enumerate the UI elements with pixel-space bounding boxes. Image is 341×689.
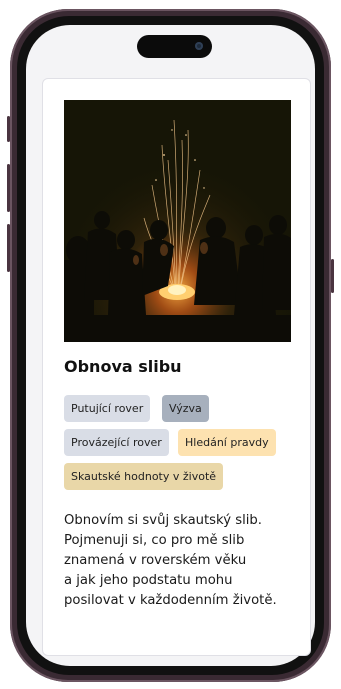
- tag-provazejici-rover[interactable]: Provázející rover: [64, 429, 169, 456]
- camera-icon: [195, 42, 203, 50]
- mute-switch: [7, 116, 10, 142]
- campfire-illustration: [64, 100, 291, 342]
- tag-putujici-rover[interactable]: Putující rover: [64, 395, 151, 422]
- description-line: posilovat v každodenním životě.: [64, 593, 277, 608]
- tag-vyzva[interactable]: Výzva: [162, 395, 209, 422]
- description-line: znamená v roverském věku: [64, 553, 247, 568]
- description-line: a jak jeho podstatu mohu: [64, 573, 233, 588]
- tag-hledani-pravdy[interactable]: Hledání pravdy: [178, 429, 276, 456]
- campfire-photo: [64, 100, 291, 342]
- activity-card: Obnova slibu Putující rover Výzva Prováz…: [42, 78, 311, 656]
- dynamic-island: [137, 35, 212, 58]
- activity-description: Obnovím si svůj skautský slib. Pojmenuji…: [64, 511, 300, 611]
- volume-down-button[interactable]: [7, 224, 10, 272]
- description-line: Pojmenuji si, co pro mě slib: [64, 533, 245, 548]
- power-button[interactable]: [331, 259, 334, 293]
- description-line: Obnovím si svůj skautský slib.: [64, 513, 262, 528]
- volume-up-button[interactable]: [7, 164, 10, 212]
- activity-title: Obnova slibu: [64, 357, 182, 376]
- tag-skautske-hodnoty[interactable]: Skautské hodnoty v životě: [64, 463, 224, 490]
